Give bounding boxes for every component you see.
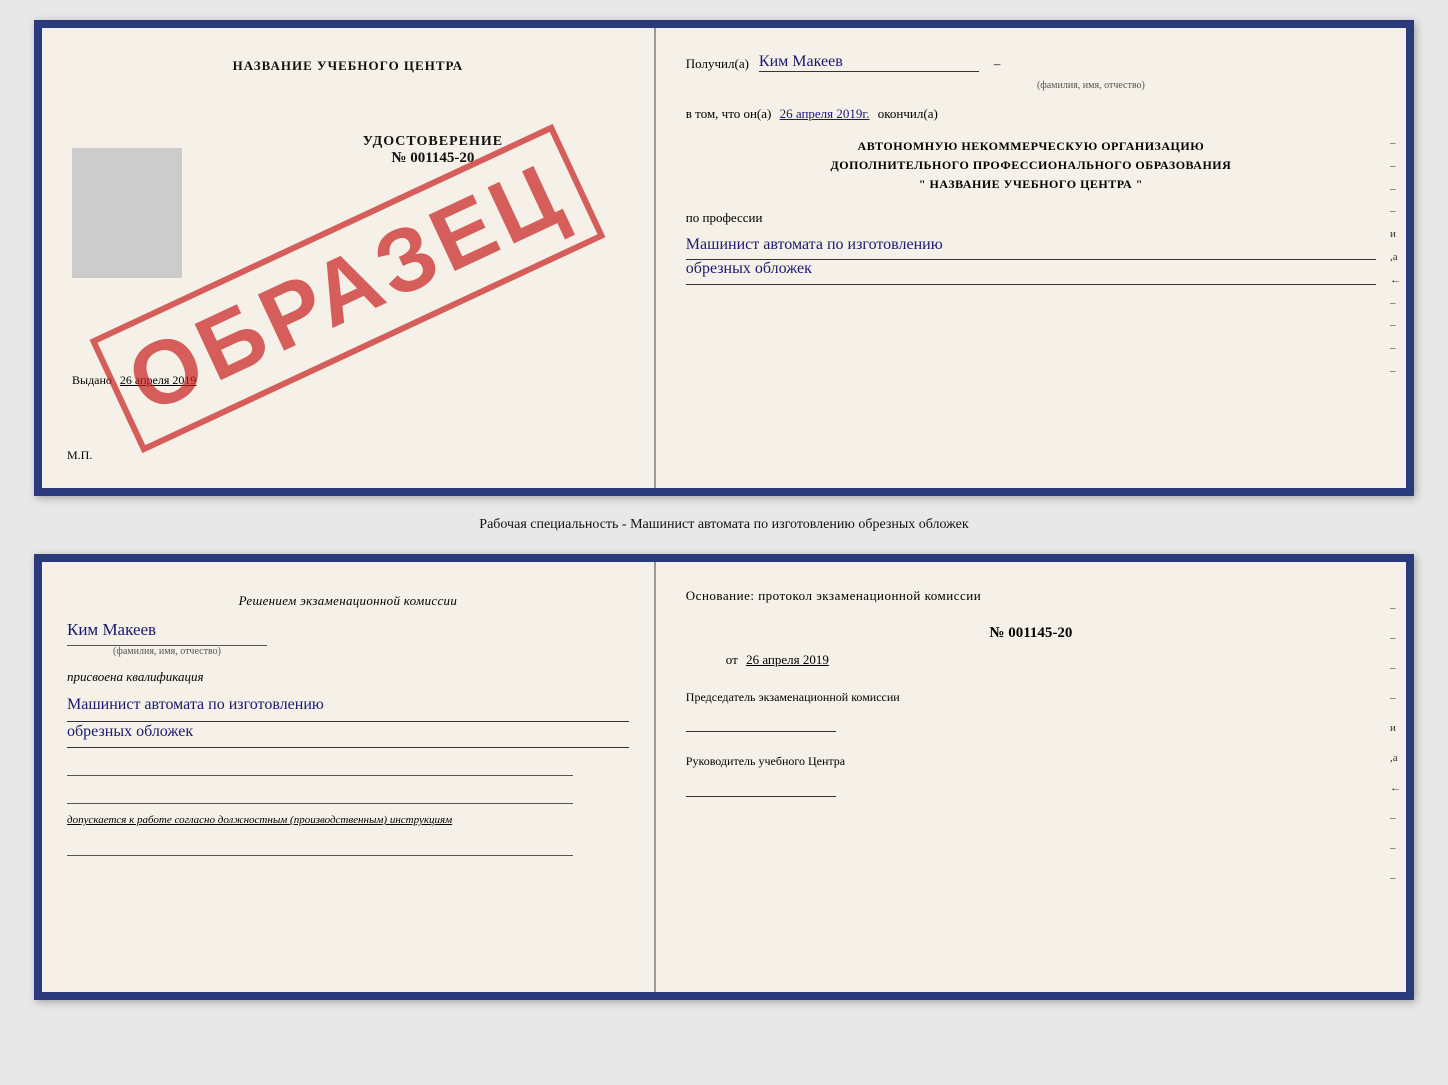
doc2-left-panel: Решением экзаменационной комиссии Ким Ма… bbox=[42, 562, 656, 992]
org-line3: " НАЗВАНИЕ УЧЕБНОГО ЦЕНТРА " bbox=[686, 175, 1376, 194]
speciality-caption: Рабочая специальность - Машинист автомат… bbox=[479, 512, 968, 538]
person-subtitle-top: (фамилия, имя, отчество) bbox=[806, 80, 1376, 91]
director-signature-line bbox=[686, 777, 836, 797]
person-name-top: Ким Макеев bbox=[759, 53, 959, 71]
date-value: 26 апреля 2019г. bbox=[780, 106, 870, 121]
org-line2: ДОПОЛНИТЕЛЬНОГО ПРОФЕССИОНАЛЬНОГО ОБРАЗО… bbox=[686, 156, 1376, 175]
chairman-block: Председатель экзаменационной комиссии bbox=[686, 688, 1376, 732]
doc2-right-panel: Основание: протокол экзаменационной коми… bbox=[656, 562, 1406, 992]
protocol-date-value: 26 апреля 2019 bbox=[746, 652, 829, 667]
cert-number: № 001145-20 bbox=[237, 150, 629, 167]
issued-date-value: 26 апреля 2019 bbox=[120, 373, 196, 387]
qualification-line2: обрезных обложек bbox=[67, 717, 629, 748]
side-text-bottom: – – – – и ,а ← – – – bbox=[1390, 602, 1401, 884]
mp-label: М.П. bbox=[67, 448, 92, 463]
doc1-left-panel: НАЗВАНИЕ УЧЕБНОГО ЦЕНТРА УДОСТОВЕРЕНИЕ №… bbox=[42, 28, 656, 488]
issued-date: Выдано 26 апреля 2019 bbox=[72, 373, 196, 388]
date-prefix: в том, что он(а) bbox=[686, 106, 772, 121]
side-text-top: – – – – и ,а ← – – – – bbox=[1390, 134, 1401, 382]
chairman-label: Председатель экзаменационной комиссии bbox=[686, 688, 1376, 707]
profession-line2: обрезных обложек bbox=[686, 255, 1376, 285]
director-block: Руководитель учебного Центра bbox=[686, 752, 1376, 796]
cert-label: УДОСТОВЕРЕНИЕ bbox=[237, 134, 629, 150]
date-line: в том, что он(а) 26 апреля 2019г. окончи… bbox=[686, 106, 1376, 122]
received-line: Получил(а) Ким Макеев – bbox=[686, 53, 1376, 72]
blank-line-3 bbox=[67, 836, 573, 856]
qualification-label: присвоена квалификация bbox=[67, 669, 629, 685]
person-subtitle-bottom: (фамилия, имя, отчество) bbox=[67, 645, 267, 657]
watermark-overlay: ОБРАЗЕЦ bbox=[42, 58, 654, 518]
basis-title: Основание: протокол экзаменационной коми… bbox=[686, 587, 1376, 605]
director-label: Руководитель учебного Центра bbox=[686, 752, 1376, 771]
blank-line-2 bbox=[67, 784, 573, 804]
doc1-training-center: НАЗВАНИЕ УЧЕБНОГО ЦЕНТРА bbox=[67, 58, 629, 74]
protocol-number: № 001145-20 bbox=[686, 625, 1376, 642]
top-document: НАЗВАНИЕ УЧЕБНОГО ЦЕНТРА УДОСТОВЕРЕНИЕ №… bbox=[34, 20, 1414, 496]
allowed-text: допускается к работе согласно должностны… bbox=[67, 814, 629, 826]
person-name-bottom: Ким Макеев bbox=[67, 620, 629, 640]
profession-label: по профессии bbox=[686, 210, 1376, 226]
protocol-date-prefix: от bbox=[726, 652, 738, 667]
protocol-date: от 26 апреля 2019 bbox=[726, 652, 1376, 668]
commission-title: Решением экзаменационной комиссии bbox=[67, 592, 629, 610]
org-block: АВТОНОМНУЮ НЕКОММЕРЧЕСКУЮ ОРГАНИЗАЦИЮ ДО… bbox=[686, 137, 1376, 195]
received-prefix: Получил(а) bbox=[686, 56, 749, 72]
doc1-right-panel: Получил(а) Ким Макеев – (фамилия, имя, о… bbox=[656, 28, 1406, 488]
bottom-document: Решением экзаменационной комиссии Ким Ма… bbox=[34, 554, 1414, 1000]
date-suffix: окончил(а) bbox=[878, 106, 938, 121]
photo-placeholder bbox=[72, 148, 182, 278]
blank-line-1 bbox=[67, 756, 573, 776]
org-line1: АВТОНОМНУЮ НЕКОММЕРЧЕСКУЮ ОРГАНИЗАЦИЮ bbox=[686, 137, 1376, 156]
issued-prefix: Выдано bbox=[72, 373, 112, 387]
chairman-signature-line bbox=[686, 712, 836, 732]
